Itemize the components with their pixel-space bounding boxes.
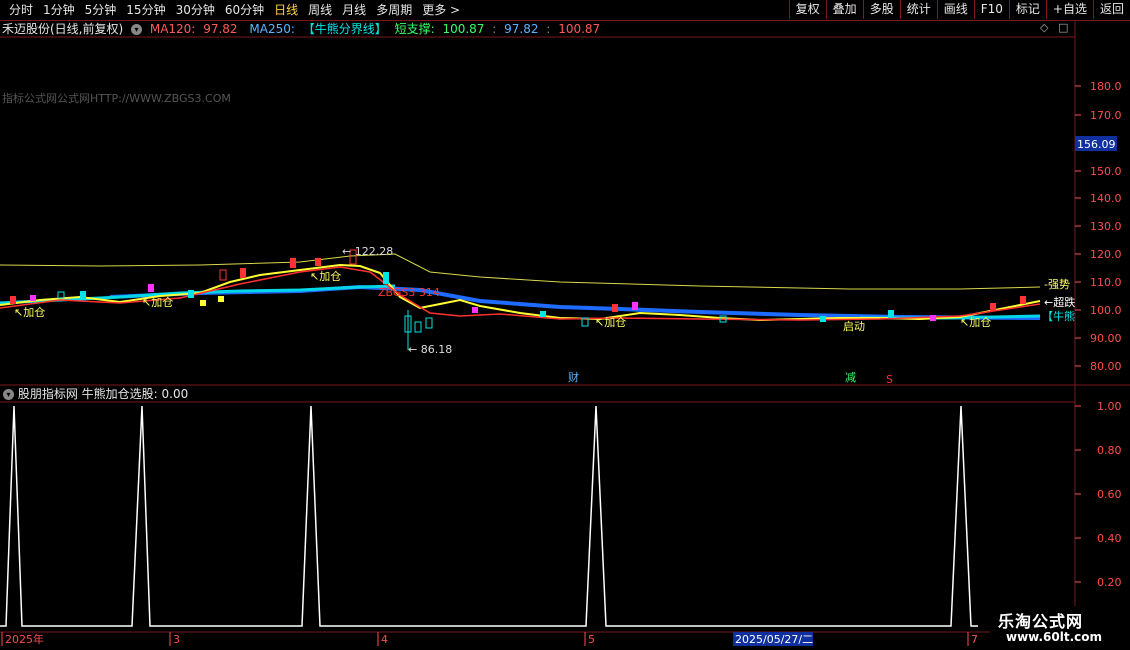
low-price-label: ← 86.18 [408,343,452,356]
tick-label: 0.20 [1097,576,1122,589]
logo-title: 乐淘公式网 [998,612,1084,631]
tick-label: 170.0 [1090,109,1122,122]
statistics-button[interactable]: 统计 [899,0,937,19]
bull-bear-line [0,284,396,305]
support-label: 短支撑: [394,22,435,36]
tool-buttons: 复权 叠加 多股 统计 画线 F10 标记 +自选 返回 [788,0,1130,19]
sub-axis: 1.00 0.80 0.60 0.40 0.20 [1075,400,1122,589]
niuxiong-label: 【牛熊 [1042,309,1075,323]
multi-stock-button[interactable]: 多股 [862,0,900,19]
support-value-3: 100.87 [558,22,601,36]
back-button[interactable]: 返回 [1092,0,1130,19]
indicator-settings-icon[interactable]: ▾ [131,24,143,35]
support-value-2: 97.82 [504,22,539,36]
panel-corner-controls: ◇ □ [1040,21,1074,34]
s-marker: S [886,373,893,386]
tab-30min[interactable]: 30分钟 [171,1,220,19]
candlesticks [10,249,1026,350]
mark-button[interactable]: 标记 [1008,0,1046,19]
date-axis: 2025年 3 4 5 2025/05/27/二 7 [1,632,978,646]
tick-label: 130.0 [1090,220,1122,233]
sub-indicator-name[interactable]: 股朋指标网 [18,387,78,401]
month-label: 4 [381,633,388,646]
separator: : [546,22,551,36]
high-price-label: ← 122.28 [342,245,393,258]
tab-monthly[interactable]: 月线 [337,1,371,19]
ma-short-line [0,263,1041,322]
tab-15min[interactable]: 15分钟 [121,1,170,19]
formula-value: 0.00 [161,387,189,401]
svg-text:156.09: 156.09 [1077,138,1116,151]
tick-label: 1.00 [1097,400,1122,413]
ma-mid-line [0,266,1041,321]
tick-label: 180.0 [1090,80,1122,93]
diamond-icon[interactable]: ◇ [1040,21,1048,34]
tick-label: 100.0 [1090,304,1122,317]
tick-label: 110.0 [1090,276,1122,289]
site-logo: 乐淘公式网 www.60lt.com [990,606,1130,650]
tick-label: 150.0 [1090,165,1122,178]
tick-label: 0.80 [1097,444,1122,457]
add-watchlist-button[interactable]: +自选 [1045,0,1093,19]
tab-daily[interactable]: 日线 [269,1,303,19]
tab-1min[interactable]: 1分钟 [38,1,80,19]
tab-5min[interactable]: 5分钟 [80,1,122,19]
draw-line-button[interactable]: 画线 [936,0,974,19]
cai-marker: 财 [568,370,579,384]
overlay-button[interactable]: 叠加 [825,0,863,19]
jiacang-label-4: ↖加仓 [595,315,626,329]
indicator-signal-line [0,405,978,627]
cursor-date-label: 2025/05/27/二 [735,633,813,646]
support-value-1: 100.87 [442,22,485,36]
tick-label: 0.60 [1097,488,1122,501]
top-toolbar: 分时 1分钟 5分钟 15分钟 30分钟 60分钟 日线 周线 月线 多周期 更… [0,0,1130,21]
ma250-line [0,253,1041,290]
ma120-label: MA120: 97.82 [149,22,238,36]
watermark-text: 指标公式网公式网HTTP://WWW.ZBGS3.COM [2,92,231,105]
tab-multi-period[interactable]: 多周期 [371,1,417,19]
month-label: 3 [173,633,180,646]
tick-label: 120.0 [1090,248,1122,261]
jiacang-label-3: ↖加仓 [310,269,341,283]
jian-marker: 减 [845,371,856,384]
sub-indicator-settings-icon[interactable]: ▾ [3,389,14,400]
bull-bear-label: 【牛熊分界线】 [302,22,387,36]
tick-label: 0.40 [1097,532,1122,545]
ma250-label: MA250: [249,22,295,36]
qidong-label: 启动 [843,320,865,333]
tab-fenshi[interactable]: 分时 [4,1,38,19]
ma120-line [109,284,1041,320]
qiangshi-label: -强势 [1044,278,1070,291]
logo-url: www.60lt.com [1006,630,1103,644]
bull-bear-line-right [860,314,1041,320]
main-axis: 180.0 170.0 150.0 140.0 130.0 120.0 110.… [1075,80,1122,373]
tick-label: 80.00 [1090,360,1122,373]
chart-annotations: ← 122.28 ← 86.18 ZBGS3 314 ↖加仓 ↖加仓 ↖加仓 ↖… [14,245,1075,386]
jiacang-label-5: ↖加仓 [960,315,991,329]
stock-label[interactable]: 禾迈股份(日线,前复权) [2,22,123,36]
formula-label: 牛熊加仓选股: [81,387,158,401]
main-info-bar: 禾迈股份(日线,前复权) ▾ MA120: 97.82 MA250: 【牛熊分界… [0,21,604,37]
f10-button[interactable]: F10 [973,0,1009,19]
tab-60min[interactable]: 60分钟 [220,1,269,19]
tick-label: 140.0 [1090,192,1122,205]
jiacang-label-2: ↖加仓 [142,295,173,309]
period-tabs: 分时 1分钟 5分钟 15分钟 30分钟 60分钟 日线 周线 月线 多周期 更… [4,1,465,19]
tab-weekly[interactable]: 周线 [303,1,337,19]
chaodi-label: ←超跌 [1044,295,1075,309]
price-tag: 156.09 [1075,136,1117,151]
month-label: 7 [971,633,978,646]
month-label: 5 [588,633,595,646]
restore-panel-icon[interactable]: □ [1058,21,1068,34]
grid-lines [0,20,1130,633]
tick-label: 90.00 [1090,332,1122,345]
tab-more[interactable]: 更多 > [417,1,465,19]
zbg-label: ZBGS3 314 [378,286,440,299]
year-label: 2025年 [5,632,44,646]
separator: : [492,22,497,36]
jiacang-label-1: ↖加仓 [14,305,45,319]
restore-rights-button[interactable]: 复权 [788,0,826,19]
sub-info-bar: ▾ 股朋指标网 牛熊加仓选股: 0.00 [0,386,188,402]
